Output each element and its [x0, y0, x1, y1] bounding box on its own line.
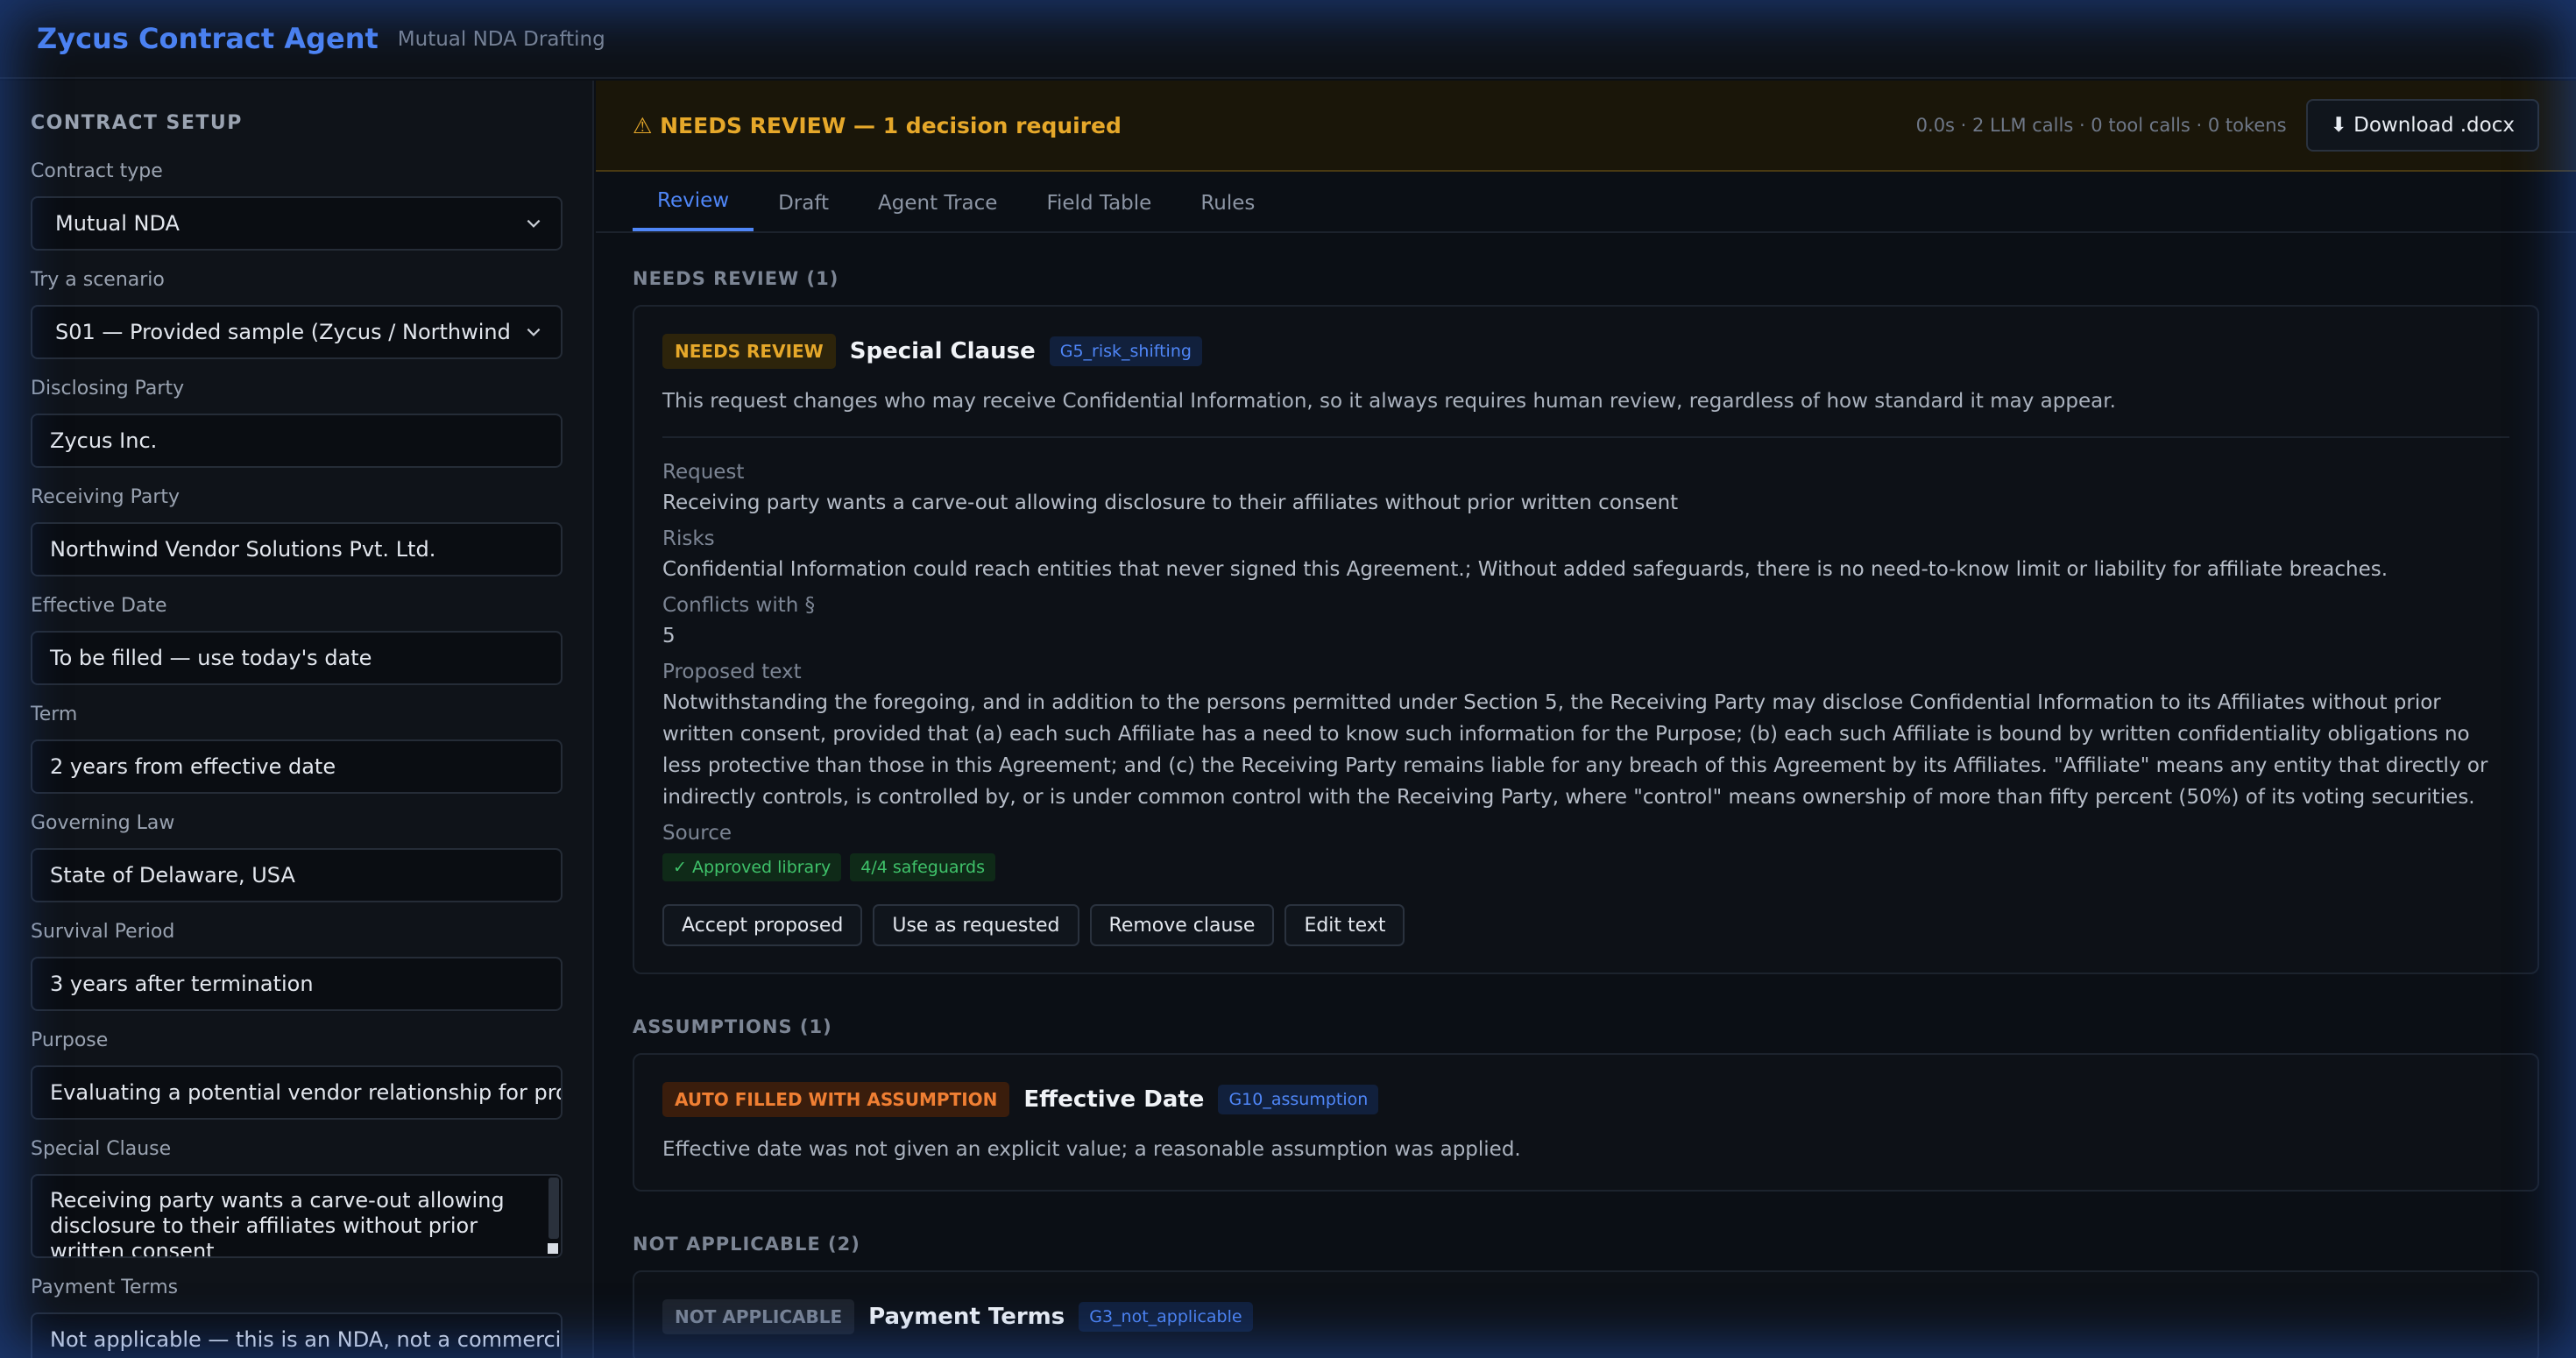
review-status-text: ⚠ NEEDS REVIEW — 1 decision required [633, 112, 1122, 138]
disclosing-party-input[interactable]: Zycus Inc. [31, 414, 563, 468]
purpose-input[interactable]: Evaluating a potential vendor relationsh… [31, 1065, 563, 1120]
risks-label: Risks [662, 527, 715, 550]
card-header: NOT APPLICABLE Payment Terms G3_not_appl… [662, 1298, 2509, 1335]
status-badge: NOT APPLICABLE [662, 1299, 855, 1334]
special-clause-value: Receiving party wants a carve-out allowi… [50, 1188, 505, 1258]
source-badges: ✓ Approved library 4/4 safeguards [662, 853, 2509, 881]
review-content: NEEDS REVIEW (1) NEEDS REVIEW Special Cl… [596, 233, 2576, 1358]
receiving-party-label: Receiving Party [31, 486, 180, 508]
payment-terms-label: Payment Terms [31, 1277, 179, 1298]
disclosing-party-field: Disclosing Party Zycus Inc. [31, 377, 563, 468]
safeguards-badge: 4/4 safeguards [850, 853, 995, 881]
payment-terms-card: NOT APPLICABLE Payment Terms G3_not_appl… [633, 1270, 2539, 1358]
purpose-field: Purpose Evaluating a potential vendor re… [31, 1029, 563, 1120]
approved-library-badge: ✓ Approved library [662, 853, 842, 881]
special-clause-field: Special Clause Receiving party wants a c… [31, 1137, 563, 1258]
app-subtitle: Mutual NDA Drafting [397, 28, 605, 51]
term-label: Term [31, 704, 78, 725]
main-panel: ⚠ NEEDS REVIEW — 1 decision required 0.0… [596, 81, 2576, 1358]
special-clause-card: NEEDS REVIEW Special Clause G5_risk_shif… [633, 305, 2539, 974]
contract-type-label: Contract type [31, 160, 163, 182]
governing-law-label: Governing Law [31, 812, 175, 834]
rule-tag: G10_assumption [1218, 1085, 1379, 1114]
request-value: Receiving party wants a carve-out allowi… [662, 492, 1679, 514]
card-title: Payment Terms [868, 1304, 1065, 1330]
payment-terms-field: Payment Terms Not applicable — this is a… [31, 1276, 563, 1358]
governing-law-field: Governing Law State of Delaware, USA [31, 811, 563, 902]
rule-tag: G3_not_applicable [1079, 1302, 1253, 1332]
effective-date-field: Effective Date To be filled — use today'… [31, 594, 563, 685]
edit-text-button[interactable]: Edit text [1284, 904, 1405, 946]
status-badge: AUTO FILLED WITH ASSUMPTION [662, 1082, 1010, 1117]
card-description: This request changes who may receive Con… [662, 390, 2116, 413]
needs-review-section-title: NEEDS REVIEW (1) [633, 268, 839, 289]
use-as-requested-button[interactable]: Use as requested [873, 904, 1079, 946]
purpose-label: Purpose [31, 1029, 109, 1051]
effective-date-label: Effective Date [31, 595, 167, 617]
proposed-text-label: Proposed text [662, 661, 802, 683]
contract-type-value: Mutual NDA [55, 211, 180, 236]
status-badge: NEEDS REVIEW [662, 334, 836, 369]
survival-period-input[interactable]: 3 years after termination [31, 957, 563, 1011]
receiving-party-input[interactable]: Northwind Vendor Solutions Pvt. Ltd. [31, 522, 563, 576]
main-tabs: Review Draft Agent Trace Field Table Rul… [596, 172, 2576, 233]
tab-field-table[interactable]: Field Table [1022, 175, 1176, 231]
source-label: Source [662, 822, 732, 845]
conflicts-value: 5 [662, 625, 676, 647]
textarea-scrollbar[interactable] [548, 1178, 559, 1239]
status-banner: ⚠ NEEDS REVIEW — 1 decision required 0.0… [596, 81, 2576, 172]
not-applicable-section-title: NOT APPLICABLE (2) [633, 1234, 860, 1255]
risks-value: Confidential Information could reach ent… [662, 558, 2388, 581]
tab-rules[interactable]: Rules [1176, 175, 1279, 231]
proposed-text-value: Notwithstanding the foregoing, and in ad… [662, 691, 2488, 809]
special-clause-textarea[interactable]: Receiving party wants a carve-out allowi… [31, 1174, 563, 1258]
disclosing-party-label: Disclosing Party [31, 378, 185, 400]
card-description: Effective date was not given an explicit… [662, 1138, 1521, 1161]
request-label: Request [662, 461, 745, 484]
chevron-down-icon [527, 219, 541, 228]
term-input[interactable]: 2 years from effective date [31, 739, 563, 794]
effective-date-card: AUTO FILLED WITH ASSUMPTION Effective Da… [633, 1053, 2539, 1192]
assumptions-section-title: ASSUMPTIONS (1) [633, 1016, 832, 1037]
contract-setup-sidebar: CONTRACT SETUP Contract type Mutual NDA … [0, 81, 594, 1358]
remove-clause-button[interactable]: Remove clause [1089, 904, 1275, 946]
scenario-select[interactable]: S01 — Provided sample (Zycus / Northwind… [31, 305, 563, 359]
download-docx-button[interactable]: ⬇ Download .docx [2305, 99, 2539, 152]
app-header: Zycus Contract Agent Mutual NDA Drafting [0, 0, 2576, 79]
sidebar-heading: CONTRACT SETUP [31, 112, 243, 134]
card-header: AUTO FILLED WITH ASSUMPTION Effective Da… [662, 1081, 2509, 1118]
decision-actions: Accept proposed Use as requested Remove … [662, 904, 2509, 946]
survival-period-field: Survival Period 3 years after terminatio… [31, 920, 563, 1011]
tab-draft[interactable]: Draft [754, 175, 853, 231]
rule-tag: G5_risk_shifting [1049, 336, 1202, 366]
chevron-down-icon [527, 328, 541, 336]
app-title: Zycus Contract Agent [37, 22, 379, 55]
card-title: Effective Date [1023, 1086, 1205, 1113]
conflicts-label: Conflicts with § [662, 594, 816, 617]
scenario-field: Try a scenario S01 — Provided sample (Zy… [31, 268, 563, 359]
tab-agent-trace[interactable]: Agent Trace [853, 175, 1022, 231]
special-clause-label: Special Clause [31, 1138, 172, 1160]
receiving-party-field: Receiving Party Northwind Vendor Solutio… [31, 485, 563, 576]
term-field: Term 2 years from effective date [31, 703, 563, 794]
card-header: NEEDS REVIEW Special Clause G5_risk_shif… [662, 333, 2509, 370]
contract-type-field: Contract type Mutual NDA [31, 159, 563, 251]
accept-proposed-button[interactable]: Accept proposed [662, 904, 863, 946]
run-stats: 0.0s · 2 LLM calls · 0 tool calls · 0 to… [1915, 115, 2287, 136]
governing-law-input[interactable]: State of Delaware, USA [31, 848, 563, 902]
effective-date-input[interactable]: To be filled — use today's date [31, 631, 563, 685]
card-title: Special Clause [849, 338, 1036, 364]
payment-terms-input[interactable]: Not applicable — this is an NDA, not a c… [31, 1312, 563, 1358]
card-divider [662, 436, 2509, 438]
resize-handle[interactable] [548, 1243, 558, 1254]
survival-period-label: Survival Period [31, 921, 175, 943]
tab-review[interactable]: Review [633, 173, 754, 231]
scenario-value: S01 — Provided sample (Zycus / Northwind… [55, 320, 513, 344]
scenario-label: Try a scenario [31, 269, 165, 291]
contract-type-select[interactable]: Mutual NDA [31, 196, 563, 251]
